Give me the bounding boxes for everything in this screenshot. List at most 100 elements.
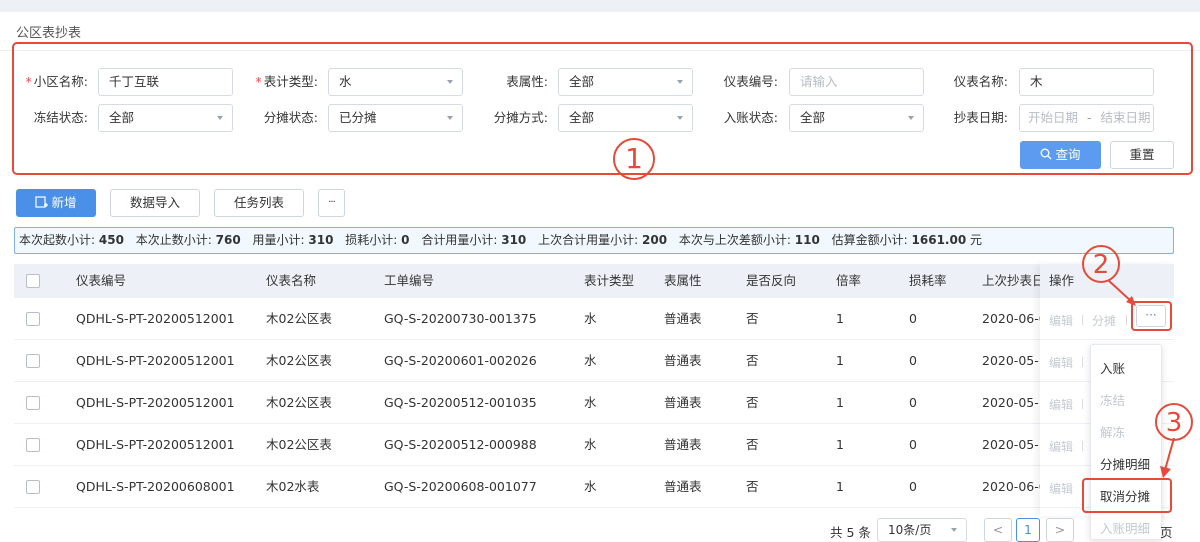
freeze-select[interactable]: 全部	[98, 104, 233, 132]
cell-meter-no: QDHL-S-PT-20200512001	[76, 395, 235, 410]
page-title: 公区表抄表	[16, 26, 82, 41]
row-checkbox[interactable]	[26, 354, 40, 368]
reset-button[interactable]: 重置	[1110, 141, 1174, 169]
cell-meter-no: QDHL-S-PT-20200608001	[76, 479, 235, 494]
date-start-placeholder: 开始日期	[1028, 110, 1079, 125]
table-row: QDHL-S-PT-20200608001 木02水表 GQ-S-20200608-…	[14, 466, 1174, 508]
summary-total-value: 310	[501, 233, 527, 247]
add-button[interactable]: 新增	[16, 189, 96, 217]
search-icon	[1041, 148, 1052, 160]
row-checkbox[interactable]	[26, 438, 40, 452]
community-input[interactable]: 千丁互联	[98, 68, 233, 96]
date-range-input[interactable]: 开始日期 - 结束日期	[1019, 104, 1154, 132]
chevron-down-icon	[677, 116, 683, 120]
freeze-label: 冻结状态:	[33, 110, 88, 125]
cell-reverse: 否	[746, 437, 759, 452]
date-label: 抄表日期:	[953, 110, 1008, 125]
cell-meter-no: QDHL-S-PT-20200512001	[76, 437, 235, 452]
summary-estimate-unit: 元	[970, 233, 983, 247]
cell-attribute: 普通表	[664, 311, 702, 326]
cell-last-date: 2020-05-1	[982, 437, 1042, 452]
col-meter-name: 仪表名称	[266, 273, 317, 288]
page-1-button[interactable]: 1	[1016, 518, 1040, 542]
cell-attribute: 普通表	[664, 437, 702, 452]
summary-end-value: 760	[215, 233, 241, 247]
chevron-down-icon	[951, 528, 957, 532]
summary-prev-total: 上次合计用量小计: 200	[538, 233, 667, 247]
cell-order-no: GQ-S-20200608-001077	[384, 479, 537, 494]
allocation-status-value: 已分摊	[339, 110, 377, 125]
meter-type-label-text: 表计类型:	[263, 74, 318, 89]
summary-loss: 损耗小计: 0	[345, 233, 409, 247]
date-separator: -	[1087, 110, 1092, 125]
cancel-allocation-annotation-box	[1082, 478, 1172, 513]
cell-meter-type: 水	[584, 437, 597, 452]
prev-page-button[interactable]: <	[984, 518, 1012, 542]
meter-name-input[interactable]: 木	[1019, 68, 1154, 96]
row-checkbox[interactable]	[26, 396, 40, 410]
task-list-button[interactable]: 任务列表	[214, 189, 304, 217]
chevron-down-icon	[677, 80, 683, 84]
summary-bar: 本次起数小计: 450 本次止数小计: 760 用量小计: 310 损耗小计: …	[14, 227, 1174, 254]
cell-last-date: 2020-05-1	[982, 395, 1042, 410]
row-allocate-link[interactable]: 分摊	[1092, 312, 1116, 329]
annotation-arrow-3	[1160, 437, 1175, 478]
row-more-button[interactable]: ···	[1136, 305, 1166, 327]
col-multiplier: 倍率	[836, 273, 862, 288]
annotation-2-digit: 2	[1092, 250, 1110, 280]
summary-usage-label: 用量小计:	[252, 233, 305, 247]
row-checkbox[interactable]	[26, 312, 40, 326]
dropdown-post-item[interactable]: 入账	[1091, 353, 1161, 385]
page-size-value: 10条/页	[888, 523, 932, 537]
toolbar-more-button[interactable]: ···	[318, 189, 345, 217]
cell-loss-rate: 0	[909, 311, 917, 326]
dropdown-posting-detail-item: 入账明细	[1100, 521, 1151, 536]
cell-reverse: 否	[746, 311, 759, 326]
row-checkbox[interactable]	[26, 480, 40, 494]
meter-type-select[interactable]: 水	[328, 68, 463, 96]
cell-meter-name: 木02水表	[266, 479, 320, 494]
cell-loss-rate: 0	[909, 395, 917, 410]
posting-value: 全部	[800, 110, 826, 125]
meter-no-input[interactable]: 请输入	[789, 68, 924, 96]
posting-select[interactable]: 全部	[789, 104, 924, 132]
attribute-select[interactable]: 全部	[558, 68, 693, 96]
action-separator	[1126, 315, 1127, 325]
table-row: QDHL-S-PT-20200512001 木02公区表 GQ-S-20200730…	[14, 298, 1174, 340]
query-button[interactable]: 查询	[1020, 141, 1101, 169]
select-all-checkbox[interactable]	[26, 274, 40, 288]
cell-meter-name: 木02公区表	[266, 395, 332, 410]
required-mark: *	[255, 74, 262, 89]
cell-meter-no: QDHL-S-PT-20200512001	[76, 353, 235, 368]
import-button[interactable]: 数据导入	[110, 189, 200, 217]
summary-total: 合计用量小计: 310	[421, 233, 526, 247]
row-edit-link[interactable]: 编辑	[1049, 438, 1073, 455]
row-edit-link[interactable]: 编辑	[1049, 396, 1073, 413]
add-label: 新增	[51, 195, 77, 210]
allocation-status-select[interactable]: 已分摊	[328, 104, 463, 132]
annotation-arrow-2	[1107, 279, 1136, 306]
cell-multiplier: 1	[836, 311, 844, 326]
allocation-method-select[interactable]: 全部	[558, 104, 693, 132]
cell-meter-type: 水	[584, 479, 597, 494]
cell-meter-name: 木02公区表	[266, 311, 332, 326]
page-size-select[interactable]: 10条/页	[877, 518, 967, 542]
col-order-no: 工单编号	[384, 273, 435, 288]
dropdown-unfreeze-item: 解冻	[1100, 425, 1126, 440]
summary-diff-value: 110	[794, 233, 820, 247]
row-edit-link[interactable]: 编辑	[1049, 480, 1073, 497]
dropdown-allocation-detail-item[interactable]: 分摊明细	[1091, 449, 1161, 481]
summary-usage-value: 310	[308, 233, 334, 247]
row-edit-link[interactable]: 编辑	[1049, 354, 1073, 371]
next-page-button[interactable]: >	[1046, 518, 1074, 542]
action-separator	[1082, 357, 1083, 367]
cell-loss-rate: 0	[909, 437, 917, 452]
cell-order-no: GQ-S-20200730-001375	[384, 311, 537, 326]
cell-last-date: 2020-06-0	[982, 311, 1042, 326]
cell-order-no: GQ-S-20200601-002026	[384, 353, 537, 368]
col-loss-rate: 损耗率	[909, 273, 947, 288]
row-edit-link[interactable]: 编辑	[1049, 312, 1073, 329]
cell-reverse: 否	[746, 353, 759, 368]
summary-end-label: 本次止数小计:	[135, 233, 212, 247]
action-separator	[1082, 315, 1083, 325]
